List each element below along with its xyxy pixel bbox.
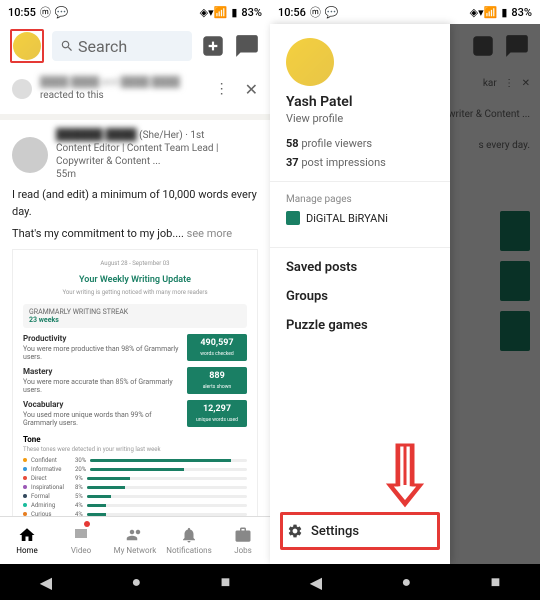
post-time: 55m [56, 168, 258, 181]
drawer-user-name[interactable]: Yash Patel [286, 94, 434, 110]
tone-sub: These tones were detected in your writin… [23, 446, 247, 453]
home-button[interactable]: ● [131, 572, 141, 592]
streak-value: 23 weeks [29, 316, 59, 324]
bottom-nav: Home Video My Network Notifications Jobs [0, 516, 270, 564]
embed-stat-row: ProductivityYou were more productive tha… [23, 334, 247, 361]
see-more-link[interactable]: see more [187, 227, 232, 240]
puzzle-games-link[interactable]: Puzzle games [286, 318, 434, 333]
battery-icon: ▮ [231, 6, 237, 19]
clock: 10:55 [8, 6, 36, 19]
reacted-text: reacted to this [40, 90, 104, 101]
groups-link[interactable]: Groups [286, 289, 434, 304]
embed-subtitle: Your writing is getting noticed with man… [23, 289, 247, 296]
view-profile-link[interactable]: View profile [286, 112, 434, 125]
grammarly-embed[interactable]: August 28 - September 03 Your Weekly Wri… [12, 249, 258, 516]
nav-notifications[interactable]: Notifications [162, 517, 216, 564]
highlight-avatar [10, 29, 44, 63]
feed[interactable]: ████ ████ and ████ ████ reacted to this … [0, 68, 270, 516]
highlight-settings: Settings [280, 512, 440, 550]
drawer-avatar[interactable] [286, 38, 334, 86]
back-button[interactable]: ◀ [310, 573, 322, 592]
reactor-name: ████ ████ and ████ ████ [40, 77, 180, 88]
nav-network[interactable]: My Network [108, 517, 162, 564]
author-avatar[interactable] [12, 137, 48, 173]
search-icon [60, 39, 74, 53]
tone-row: Informative20% [23, 466, 247, 473]
notification-dot-icon [84, 521, 90, 527]
profile-avatar[interactable] [13, 32, 41, 60]
tone-row: Confident30% [23, 457, 247, 464]
chat-icon: 💬 [55, 6, 69, 19]
chat-icon: 💬 [325, 6, 339, 19]
messages-button[interactable] [234, 33, 260, 59]
close-icon[interactable]: ✕ [245, 80, 258, 99]
recents-button[interactable]: ■ [221, 572, 231, 592]
reactor-avatar[interactable] [12, 79, 32, 99]
profile-viewers[interactable]: 58 profile viewers [286, 137, 434, 150]
search-input[interactable]: Search [52, 31, 192, 61]
android-nav: ◀ ● ■ [0, 564, 270, 600]
gear-icon [287, 523, 303, 539]
post-text-2: That's my commitment to my job.... [12, 227, 184, 240]
battery-pct: 83% [511, 6, 532, 19]
tone-row: Direct9% [23, 475, 247, 482]
feed-post[interactable]: ██████ ████ (She/Her) · 1st Content Edit… [0, 120, 270, 516]
nav-video[interactable]: Video [54, 517, 108, 564]
nav-home[interactable]: Home [0, 517, 54, 564]
embed-stat-row: MasteryYou were more accurate than 85% o… [23, 367, 247, 394]
author-headline: Content Editor | Content Team Lead | Cop… [56, 142, 258, 168]
android-nav: ◀ ● ■ [270, 564, 540, 600]
add-post-button[interactable] [200, 33, 226, 59]
settings-link[interactable]: Settings [283, 515, 437, 547]
embed-title: Your Weekly Writing Update [23, 275, 247, 285]
author-pronouns: (She/Her) · 1st [139, 130, 204, 141]
streak-label: GRAMMARLY WRITING STREAK [29, 308, 241, 316]
streak-box: GRAMMARLY WRITING STREAK 23 weeks [23, 304, 247, 328]
tone-label: Tone [23, 435, 41, 444]
back-button[interactable]: ◀ [40, 573, 52, 592]
battery-icon: ▮ [501, 6, 507, 19]
annotation-arrow-icon [385, 440, 425, 510]
managed-page[interactable]: DiGiTAL BiRYANi [286, 211, 434, 225]
search-placeholder: Search [78, 37, 127, 56]
manage-pages-label: Manage pages [286, 194, 434, 205]
post-text-1: I read (and edit) a minimum of 10,000 wo… [12, 187, 258, 220]
battery-pct: 83% [241, 6, 262, 19]
status-bar: 10:55 ⓜ 💬 ◈▾📶▮ 83% [0, 0, 270, 24]
embed-date: August 28 - September 03 [23, 260, 247, 267]
left-screenshot: 10:55 ⓜ 💬 ◈▾📶▮ 83% Search ████ ████ and ███… [0, 0, 270, 600]
recents-button[interactable]: ■ [491, 572, 501, 592]
clock: 10:56 [278, 6, 306, 19]
reaction-header: ████ ████ and ████ ████ reacted to this … [0, 68, 270, 114]
tone-row: Admiring4% [23, 502, 247, 509]
post-impressions[interactable]: 37 post impressions [286, 156, 434, 169]
right-screenshot: 10:56ⓜ💬 ◈▾📶▮83% kar ⋮ ✕ opywriter & Cont… [270, 0, 540, 600]
embed-stat-row: VocabularyYou used more unique words tha… [23, 400, 247, 427]
app-top-bar: Search [0, 24, 270, 68]
msg-icon: ⓜ [310, 4, 321, 20]
nav-jobs[interactable]: Jobs [216, 517, 270, 564]
author-name[interactable]: ██████ ████ [56, 128, 137, 141]
page-icon [286, 211, 300, 225]
tone-row: Inspirational8% [23, 484, 247, 491]
tone-row: Formal5% [23, 493, 247, 500]
saved-posts-link[interactable]: Saved posts [286, 260, 434, 275]
status-bar: 10:56 ⓜ 💬 ◈▾📶▮ 83% [270, 0, 540, 24]
wifi-icon: ◈▾📶 [200, 6, 228, 19]
home-button[interactable]: ● [401, 572, 411, 592]
wifi-icon: ◈▾📶 [470, 6, 498, 19]
post-menu-icon[interactable]: ⋮ [215, 81, 229, 97]
msg-icon: ⓜ [40, 4, 51, 20]
